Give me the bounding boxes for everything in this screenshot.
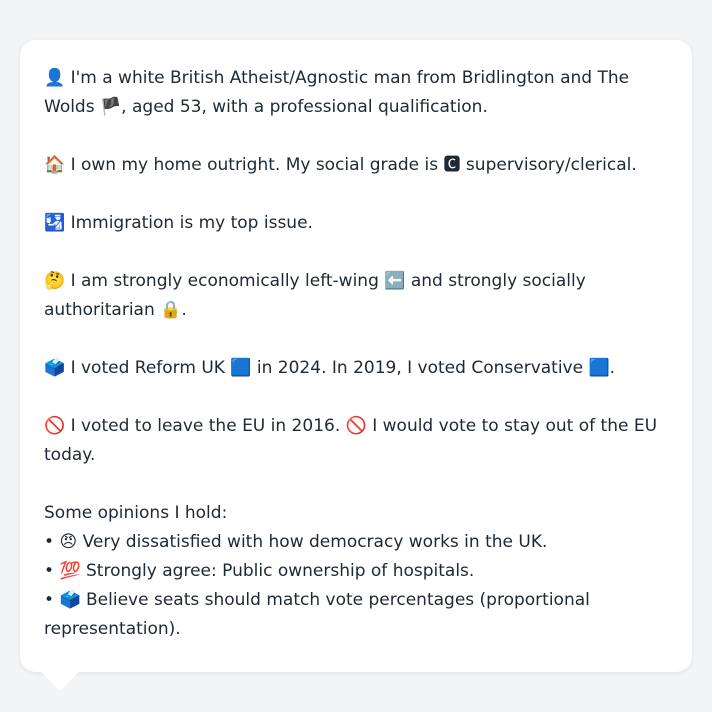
ballot-box-icon: 🗳️ xyxy=(59,590,81,610)
list-item: • 😠 Very dissatisfied with how democracy… xyxy=(44,528,668,557)
person-icon: 👤 xyxy=(44,68,66,88)
opinion-text: Very dissatisfied with how democracy wor… xyxy=(77,532,548,552)
ideology-text: I am strongly economically left-wing xyxy=(65,271,385,291)
ideology-line: 🤔 I am strongly economically left-wing ⬅… xyxy=(44,267,668,325)
votes-line: 🗳️ I voted Reform UK 🟦 in 2024. In 2019,… xyxy=(44,354,668,383)
angry-face-icon: 😠 xyxy=(59,532,78,552)
blue-square-icon: 🟦 xyxy=(230,358,252,378)
opinion-text: Believe seats should match vote percenta… xyxy=(44,590,590,639)
votes-text-2024: I voted Reform UK xyxy=(65,358,231,378)
list-item: • 💯 Strongly agree: Public ownership of … xyxy=(44,557,668,586)
eu-text-1: I voted to leave the EU in 2016. xyxy=(65,416,346,436)
identity-text-end: , aged 53, with a professional qualifica… xyxy=(121,97,488,117)
house-icon: 🏠 xyxy=(44,155,66,175)
prohibited-icon: 🚫 xyxy=(44,416,66,436)
list-item: • 🗳️ Believe seats should match vote per… xyxy=(44,586,668,644)
bullet: • xyxy=(44,532,60,552)
identity-line: 👤 I'm a white British Atheist/Agnostic m… xyxy=(44,64,668,122)
profile-card: 👤 I'm a white British Atheist/Agnostic m… xyxy=(20,40,692,672)
ideology-text-end: . xyxy=(181,300,187,320)
bullet: • xyxy=(44,561,60,581)
votes-text-end: . xyxy=(609,358,616,378)
eu-line: 🚫 I voted to leave the EU in 2016. 🚫 I w… xyxy=(44,412,668,470)
votes-text-2019: in 2024. In 2019, I voted Conservative xyxy=(251,358,589,378)
england-flag-icon: 🏴 xyxy=(100,97,122,117)
home-text: I own my home outright. My social grade … xyxy=(65,155,444,175)
speech-bubble-tail xyxy=(40,671,80,691)
prohibited-icon: 🚫 xyxy=(345,416,367,436)
left-arrow-icon: ⬅️ xyxy=(384,271,406,291)
top-issue-text: Immigration is my top issue. xyxy=(65,213,313,233)
ballot-box-icon: 🗳️ xyxy=(44,358,66,378)
home-line: 🏠 I own my home outright. My social grad… xyxy=(44,151,668,180)
top-issue-line: 🛂 Immigration is my top issue. xyxy=(44,209,668,238)
home-text-end: supervisory/clerical. xyxy=(460,155,637,175)
opinions-heading: Some opinions I hold: xyxy=(44,503,228,523)
opinion-text: Strongly agree: Public ownership of hosp… xyxy=(80,561,475,581)
thinking-face-icon: 🤔 xyxy=(44,271,66,291)
grade-c-icon: 🅲 xyxy=(443,155,461,175)
lock-icon: 🔒 xyxy=(160,300,182,320)
opinions-list: • 😠 Very dissatisfied with how democracy… xyxy=(44,528,668,644)
hundred-points-icon: 💯 xyxy=(59,561,81,581)
bullet: • xyxy=(44,590,60,610)
blue-square-icon: 🟦 xyxy=(588,358,610,378)
passport-control-icon: 🛂 xyxy=(44,213,66,233)
